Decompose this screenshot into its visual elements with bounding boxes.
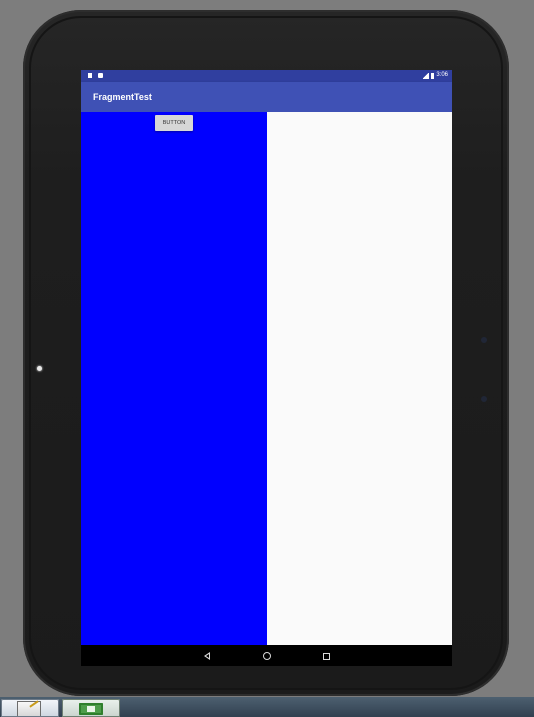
- back-icon: [204, 652, 210, 660]
- desktop-background: 3:06 FragmentTest BUTTON: [0, 0, 534, 717]
- status-bar: 3:06: [81, 70, 452, 82]
- fragment-button[interactable]: BUTTON: [155, 115, 193, 131]
- side-sensor-top-icon: [481, 337, 487, 343]
- navigation-bar: [81, 645, 452, 666]
- right-fragment: [267, 112, 452, 645]
- home-button[interactable]: [260, 649, 274, 663]
- notepad-plus-plus-icon: [17, 701, 41, 716]
- side-sensor-bottom-icon: [481, 396, 487, 402]
- status-time: 3:06: [436, 72, 448, 78]
- signal-icon: [423, 72, 430, 79]
- front-camera-icon: [37, 366, 42, 371]
- android-screen: 3:06 FragmentTest BUTTON: [81, 70, 452, 666]
- left-fragment: BUTTON: [81, 112, 267, 645]
- sd-card-icon: [88, 73, 92, 78]
- app-title: FragmentTest: [93, 92, 152, 102]
- download-icon: [98, 73, 103, 78]
- taskbar-notepad-button[interactable]: [1, 699, 59, 717]
- back-button[interactable]: [200, 649, 214, 663]
- windows-taskbar: [0, 697, 534, 717]
- status-right-icons: 3:06: [423, 72, 448, 79]
- app-toolbar: FragmentTest: [81, 82, 452, 112]
- battery-icon: [431, 72, 435, 79]
- recent-apps-icon: [323, 653, 330, 660]
- status-left-icons: [88, 73, 103, 78]
- fragment-container: BUTTON: [81, 112, 452, 645]
- home-icon: [263, 652, 271, 660]
- recent-apps-button[interactable]: [319, 649, 333, 663]
- android-studio-icon: [79, 703, 103, 715]
- taskbar-android-studio-button[interactable]: [62, 699, 120, 717]
